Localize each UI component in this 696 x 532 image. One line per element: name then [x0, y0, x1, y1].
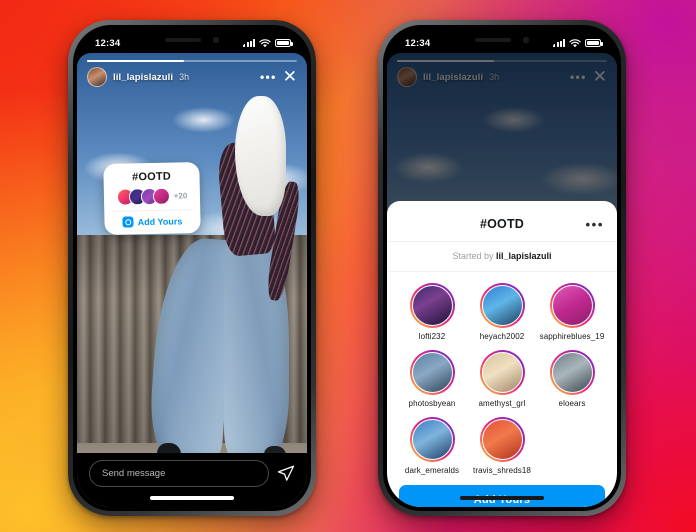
participant-cell[interactable]: travis_shreds18 [467, 417, 537, 475]
participant-cell[interactable]: eloears [537, 350, 607, 408]
participant-avatar[interactable] [479, 350, 525, 395]
phone-left-screen: 12:34 lil_lapislazuli 3h ••• ✕ #OOTD +20… [77, 29, 307, 507]
notch [138, 29, 246, 51]
wifi-icon [569, 38, 581, 47]
story-author-avatar[interactable] [87, 67, 107, 87]
sticker-title: #OOTD [131, 170, 172, 184]
started-by-line: Started by lil_lapislazuli [387, 242, 617, 272]
wifi-icon [259, 38, 271, 47]
send-paper-plane-icon[interactable] [277, 464, 295, 482]
phone-left: 12:34 lil_lapislazuli 3h ••• ✕ #OOTD +20… [68, 20, 316, 516]
ellipsis-icon[interactable]: ••• [586, 218, 604, 231]
status-time: 12:34 [405, 37, 431, 49]
white-hijab [235, 95, 287, 217]
participant-username: sapphireblues_19 [539, 332, 605, 341]
participant-faces[interactable]: +20 [111, 187, 193, 206]
phone-right: 12:34 #OOTD ••• Started by lil_lapislazu… [378, 20, 626, 516]
sheet-footer: Add Yours [387, 479, 617, 507]
close-icon[interactable]: ✕ [283, 68, 297, 85]
camera-icon [122, 216, 134, 228]
sheet-header: #OOTD ••• [387, 208, 617, 242]
participant-avatar[interactable] [549, 283, 595, 328]
participant-face [152, 187, 170, 205]
notch [448, 29, 556, 51]
earpiece-speaker [165, 38, 201, 42]
story-viewer-left[interactable]: lil_lapislazuli 3h ••• ✕ #OOTD +20 Add Y… [77, 53, 307, 507]
sheet-title: #OOTD [479, 217, 525, 231]
sticker-add-yours-button[interactable]: Add Yours [111, 209, 194, 228]
story-viewer-right: lil_lapislazuli 3h ••• ✕ #OOTD ••• [387, 53, 617, 507]
send-message-input[interactable]: Send message [89, 459, 269, 487]
add-yours-sheet: #OOTD ••• Started by lil_lapislazuli lof… [387, 201, 617, 507]
front-camera-icon [213, 37, 219, 43]
story-timestamp: 3h [179, 72, 190, 82]
person-subject [147, 95, 302, 468]
participant-username: lofti232 [418, 332, 446, 341]
participant-extra-count: +20 [173, 191, 188, 201]
participant-avatar[interactable] [479, 417, 525, 462]
participant-avatar[interactable] [409, 283, 455, 328]
participant-avatar[interactable] [479, 283, 525, 328]
story-progress-bar [87, 60, 297, 62]
participant-cell[interactable]: heyach2002 [467, 283, 537, 341]
participant-username: dark_emeralds [404, 466, 460, 475]
home-indicator [150, 496, 234, 500]
participant-cell[interactable]: lofti232 [397, 283, 467, 341]
story-username[interactable]: lil_lapislazuli [113, 72, 173, 83]
status-time: 12:34 [95, 37, 121, 49]
battery-icon [275, 39, 293, 47]
participant-username: amethyst_grl [478, 399, 526, 408]
phone-left-bezel: 12:34 lil_lapislazuli 3h ••• ✕ #OOTD +20… [73, 25, 311, 511]
participant-username: photosbyean [408, 399, 456, 408]
poster-stage: 12:34 lil_lapislazuli 3h ••• ✕ #OOTD +20… [0, 0, 696, 532]
participant-avatar[interactable] [549, 350, 595, 395]
participant-username: eloears [558, 399, 586, 408]
home-indicator [460, 496, 544, 500]
earpiece-speaker [475, 38, 511, 42]
started-by-username[interactable]: lil_lapislazuli [496, 251, 552, 261]
story-photo [77, 53, 307, 507]
phone-right-bezel: 12:34 #OOTD ••• Started by lil_lapislazu… [383, 25, 621, 511]
sticker-cta-label: Add Yours [137, 215, 183, 227]
participant-avatar[interactable] [409, 350, 455, 395]
participant-cell[interactable]: sapphireblues_19 [537, 283, 607, 341]
participant-cell[interactable]: photosbyean [397, 350, 467, 408]
participant-cell[interactable]: amethyst_grl [467, 350, 537, 408]
front-camera-icon [523, 37, 529, 43]
phone-right-screen: 12:34 #OOTD ••• Started by lil_lapislazu… [387, 29, 617, 507]
ellipsis-icon[interactable]: ••• [260, 71, 277, 83]
status-indicators [553, 38, 603, 48]
participants-grid: lofti232 heyach2002 sapphireblues_19 pho… [387, 272, 617, 479]
send-message-placeholder: Send message [102, 467, 166, 479]
participant-username: heyach2002 [479, 332, 525, 341]
status-indicators [243, 38, 293, 48]
participant-cell[interactable]: dark_emeralds [397, 417, 467, 475]
battery-icon [585, 39, 603, 47]
story-header-left: lil_lapislazuli 3h ••• ✕ [87, 67, 297, 87]
started-by-prefix: Started by [452, 251, 494, 261]
participant-avatar[interactable] [409, 417, 455, 462]
participant-username: travis_shreds18 [473, 466, 531, 475]
add-yours-sticker[interactable]: #OOTD +20 Add Yours [103, 162, 201, 235]
